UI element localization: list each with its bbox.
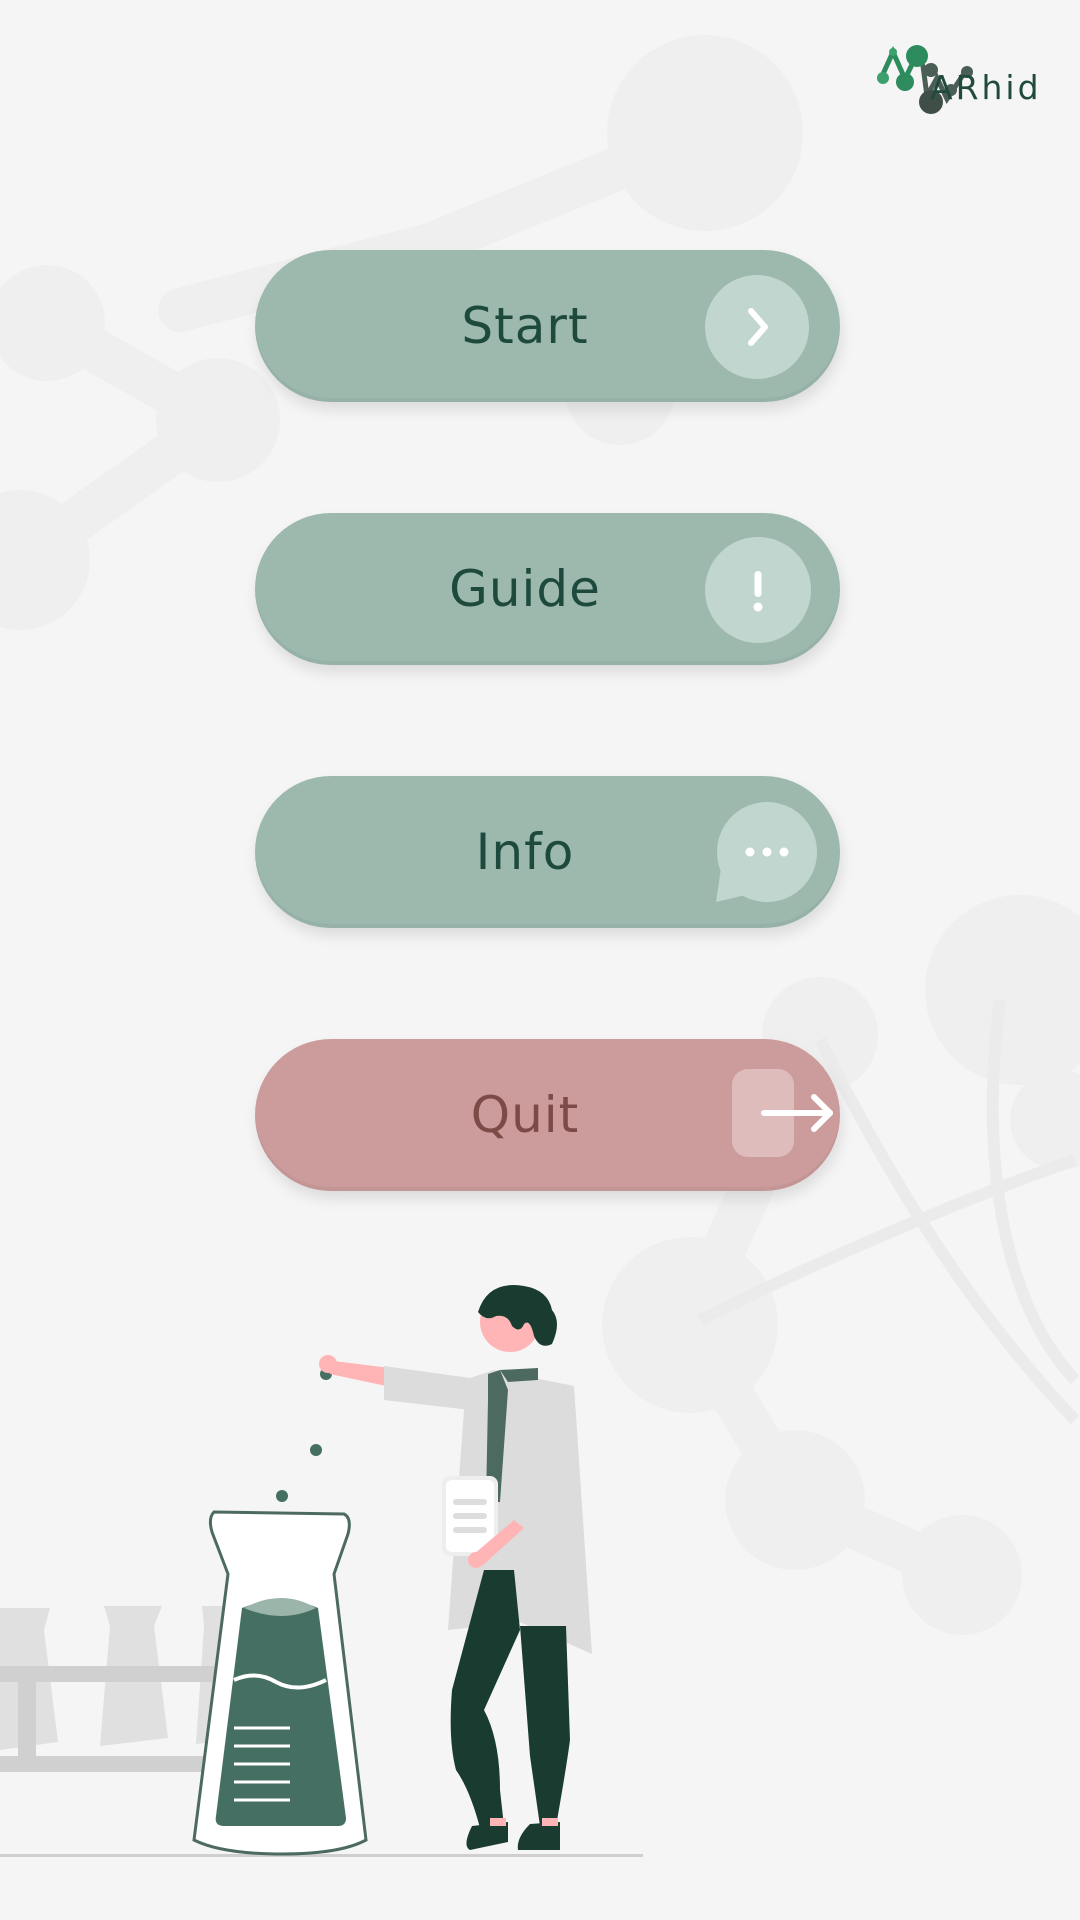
scientist-illustration bbox=[0, 1285, 592, 1856]
quit-button-label: Quit bbox=[470, 1086, 580, 1144]
start-button[interactable]: Start bbox=[255, 250, 840, 402]
test-tube-rack-icon bbox=[0, 1606, 226, 1772]
exclamation-icon bbox=[705, 537, 811, 643]
scientist-figure-icon bbox=[319, 1285, 592, 1850]
info-button[interactable]: Info bbox=[255, 776, 840, 928]
speech-bubble-icon bbox=[716, 802, 817, 902]
chevron-right-icon bbox=[705, 275, 809, 379]
guide-button[interactable]: Guide bbox=[255, 513, 840, 665]
quit-button[interactable]: Quit bbox=[255, 1039, 840, 1191]
app-title: ARhid bbox=[930, 68, 1042, 107]
exit-arrow-icon bbox=[732, 1069, 833, 1157]
beaker-icon bbox=[192, 1510, 368, 1856]
